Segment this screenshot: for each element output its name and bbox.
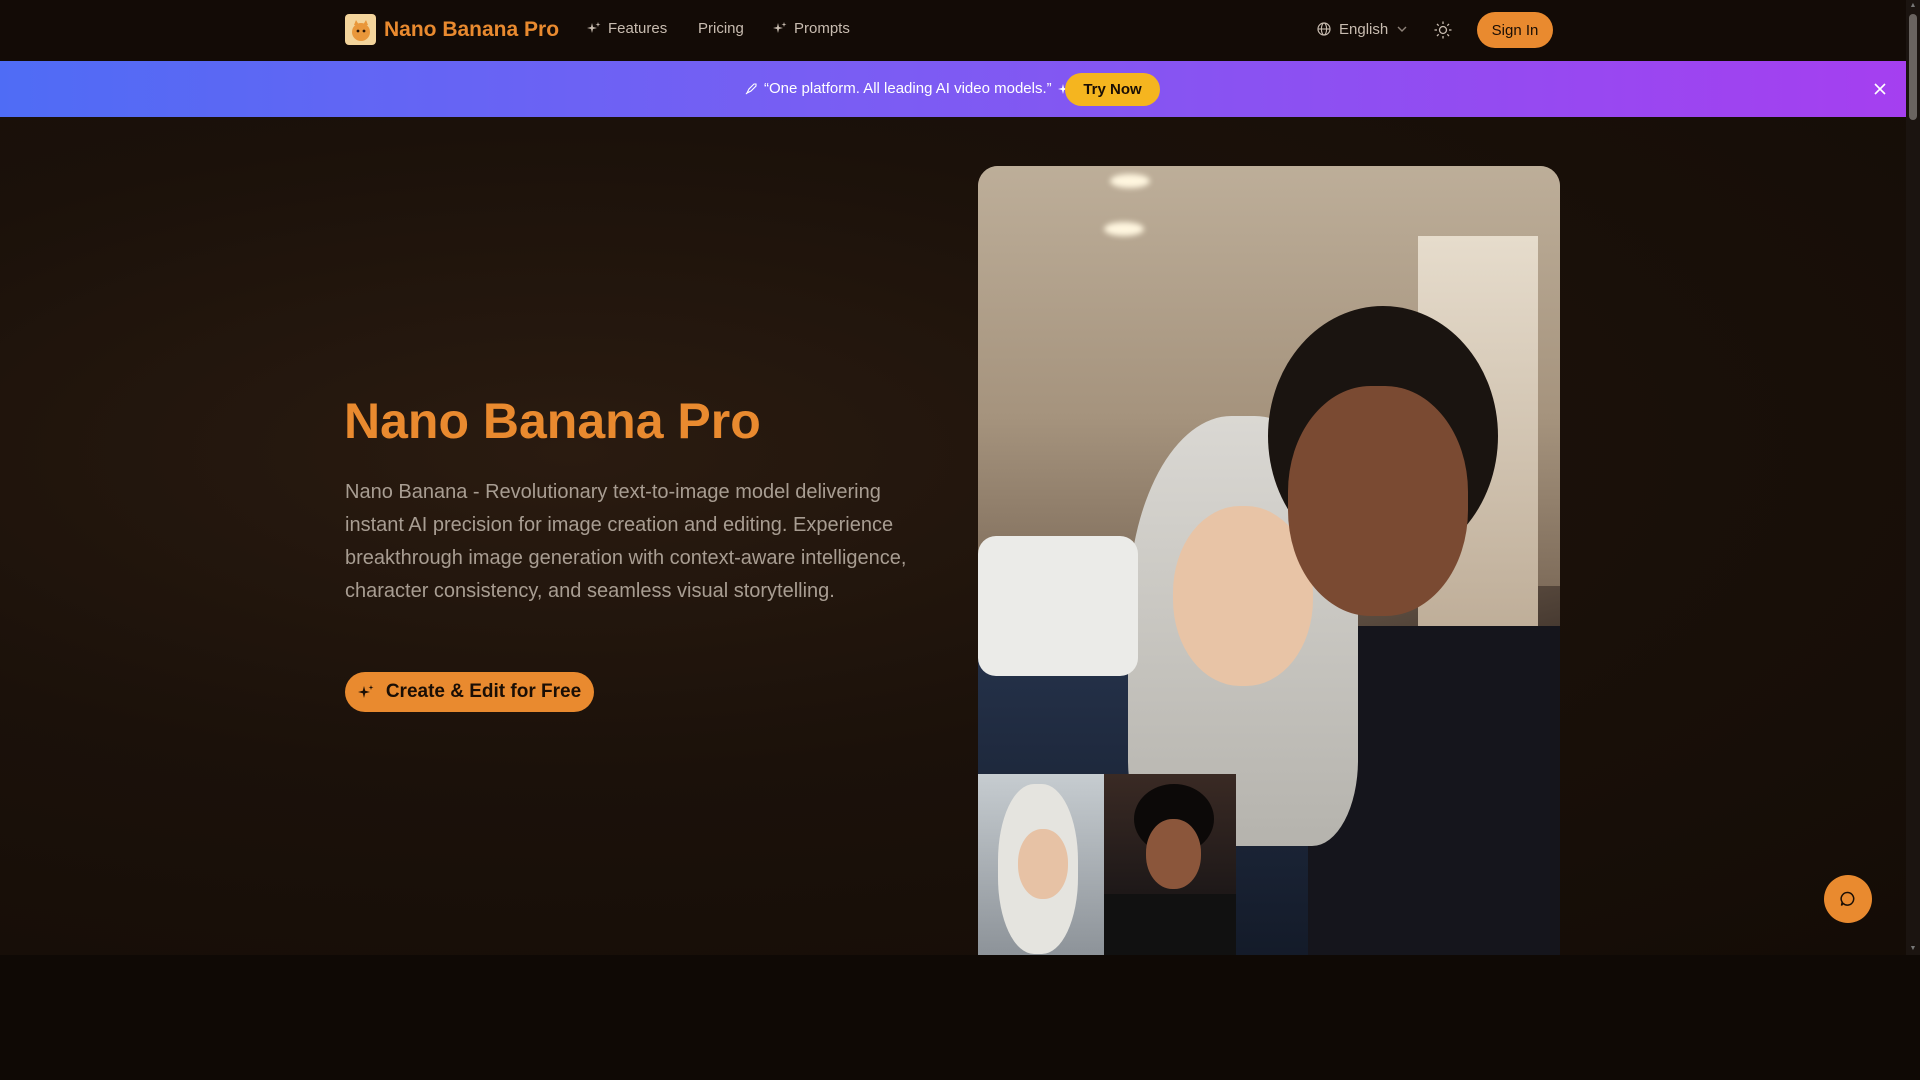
nav-item-label: Pricing <box>698 20 744 37</box>
language-label: English <box>1339 20 1389 38</box>
banner-text: “One platform. All leading AI video mode… <box>764 80 1052 97</box>
scroll-up-arrow-icon[interactable]: ▲ <box>1909 2 1917 10</box>
thumb-face <box>1018 829 1068 899</box>
nav-item-label: Features <box>608 20 668 37</box>
globe-icon <box>1317 22 1331 36</box>
thumb-coat <box>1104 894 1236 955</box>
ceiling-light <box>1104 222 1144 236</box>
close-icon <box>1874 83 1886 95</box>
create-edit-button[interactable]: Create & Edit for Free <box>345 672 594 712</box>
phone <box>978 536 1138 676</box>
brand-link[interactable]: Nano Banana Pro <box>345 14 559 45</box>
hero-description: Nano Banana - Revolutionary text-to-imag… <box>345 481 907 602</box>
reference-thumbnail <box>978 774 1104 955</box>
sun-icon <box>1434 21 1452 39</box>
scroll-down-arrow-icon[interactable]: ▼ <box>1909 945 1917 953</box>
nav-item-label: Prompts <box>794 20 850 37</box>
try-now-button[interactable]: Try Now <box>1065 73 1160 106</box>
chat-bubble-icon <box>1840 891 1855 906</box>
hero-image-card <box>978 166 1560 955</box>
man-face <box>1288 386 1468 616</box>
ceiling-light <box>1110 174 1150 188</box>
nav-item-features[interactable]: Features <box>587 20 667 37</box>
chat-button[interactable] <box>1824 875 1872 923</box>
chevron-down-icon <box>1397 26 1407 32</box>
scroll-thumb[interactable] <box>1909 14 1917 120</box>
theme-toggle-button[interactable] <box>1432 19 1454 41</box>
sparkle-icon <box>587 21 601 33</box>
nav-item-pricing[interactable]: Pricing <box>698 20 744 37</box>
create-edit-label: Create & Edit for Free <box>385 681 582 702</box>
thumb-face <box>1146 819 1201 889</box>
sign-in-button[interactable]: Sign In <box>1477 12 1553 48</box>
sparkle-icon <box>357 685 374 698</box>
brand-name: Nano Banana Pro <box>384 17 560 41</box>
reference-thumbnail <box>1104 774 1236 955</box>
top-navbar: Nano Banana Pro Features Pricing Prompts… <box>0 0 1906 62</box>
hero-section <box>0 117 1906 955</box>
close-banner-button[interactable] <box>1872 81 1888 97</box>
page-scrollbar[interactable]: ▲ ▼ <box>1906 0 1920 955</box>
banner-message: “One platform. All leading AI video mode… <box>744 80 1072 97</box>
page-title: Nano Banana Pro <box>344 393 761 449</box>
language-selector[interactable]: English <box>1305 14 1420 44</box>
brand-logo-icon <box>345 14 376 45</box>
nav-item-prompts[interactable]: Prompts <box>773 20 850 37</box>
promo-banner: “One platform. All leading AI video mode… <box>0 61 1906 117</box>
rocket-icon <box>745 82 757 94</box>
sparkle-icon <box>773 21 787 33</box>
lower-section <box>0 955 1920 1080</box>
